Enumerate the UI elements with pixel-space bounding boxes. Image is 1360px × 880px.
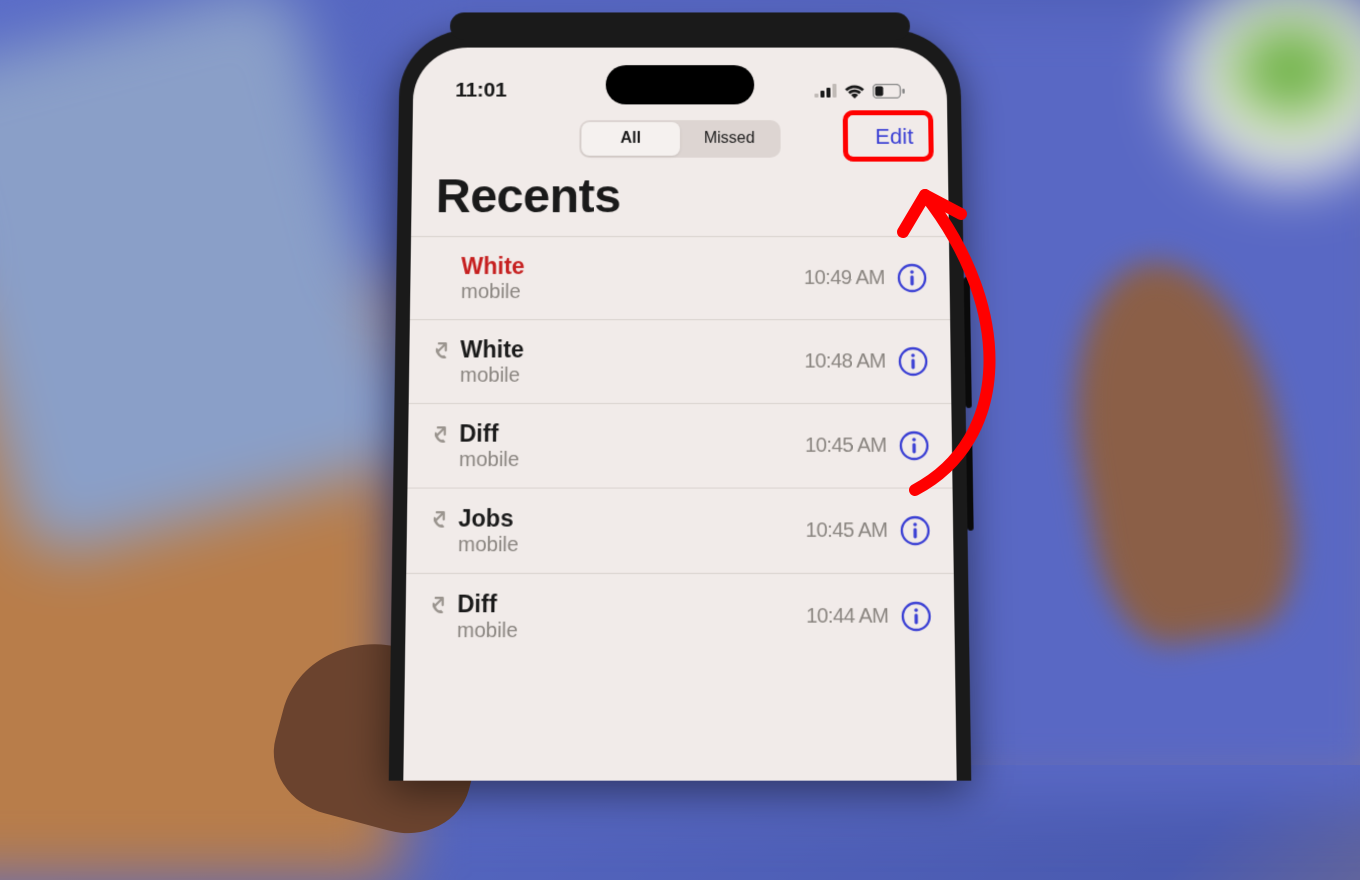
call-name: Diff bbox=[457, 590, 806, 618]
edit-button[interactable]: Edit bbox=[865, 120, 924, 154]
call-label: mobile bbox=[460, 364, 805, 387]
wifi-icon bbox=[843, 83, 865, 99]
call-row[interactable]: Diffmobile10:45 AM bbox=[407, 403, 952, 488]
segment-missed[interactable]: Missed bbox=[680, 122, 779, 156]
call-time: 10:48 AM bbox=[804, 350, 885, 373]
call-label: mobile bbox=[457, 619, 806, 643]
call-row[interactable]: Jobsmobile10:45 AM bbox=[406, 488, 953, 573]
call-row[interactable]: Diffmobile10:44 AM bbox=[405, 573, 955, 659]
info-icon[interactable] bbox=[898, 346, 929, 376]
call-name: Jobs bbox=[458, 504, 805, 532]
outgoing-call-icon bbox=[426, 334, 461, 362]
segmented-control[interactable]: All Missed bbox=[579, 120, 780, 157]
info-icon[interactable] bbox=[899, 430, 930, 461]
info-icon[interactable] bbox=[897, 263, 928, 293]
call-row[interactable]: Whitemobile10:48 AM bbox=[409, 319, 952, 403]
call-time: 10:49 AM bbox=[804, 267, 885, 290]
phone: 11:01 bbox=[400, 30, 960, 770]
call-row[interactable]: Whitemobile10:49 AM bbox=[410, 236, 950, 319]
outgoing-call-icon bbox=[424, 418, 459, 446]
segment-all[interactable]: All bbox=[581, 122, 680, 156]
call-label: mobile bbox=[459, 448, 805, 471]
outgoing-call-icon bbox=[427, 251, 461, 257]
page-title: Recents bbox=[411, 170, 949, 237]
outgoing-call-icon bbox=[423, 503, 458, 532]
call-time: 10:45 AM bbox=[805, 434, 887, 457]
cellular-signal-icon bbox=[814, 84, 836, 98]
call-time: 10:44 AM bbox=[806, 604, 888, 628]
call-name: White bbox=[461, 253, 804, 280]
call-label: mobile bbox=[458, 533, 806, 557]
toolbar: All Missed Edit bbox=[412, 114, 948, 169]
call-name: White bbox=[460, 336, 804, 363]
outgoing-call-icon bbox=[422, 588, 457, 617]
call-list: Whitemobile10:49 AM Whitemobile10:48 AM … bbox=[405, 236, 955, 659]
battery-icon bbox=[873, 83, 905, 98]
info-icon[interactable] bbox=[901, 601, 932, 632]
call-name: Diff bbox=[459, 420, 805, 447]
status-time: 11:01 bbox=[455, 79, 506, 103]
call-label: mobile bbox=[461, 281, 804, 304]
screen: 11:01 bbox=[403, 48, 956, 781]
info-icon[interactable] bbox=[900, 515, 931, 546]
dynamic-island bbox=[606, 65, 755, 104]
call-time: 10:45 AM bbox=[806, 519, 888, 543]
